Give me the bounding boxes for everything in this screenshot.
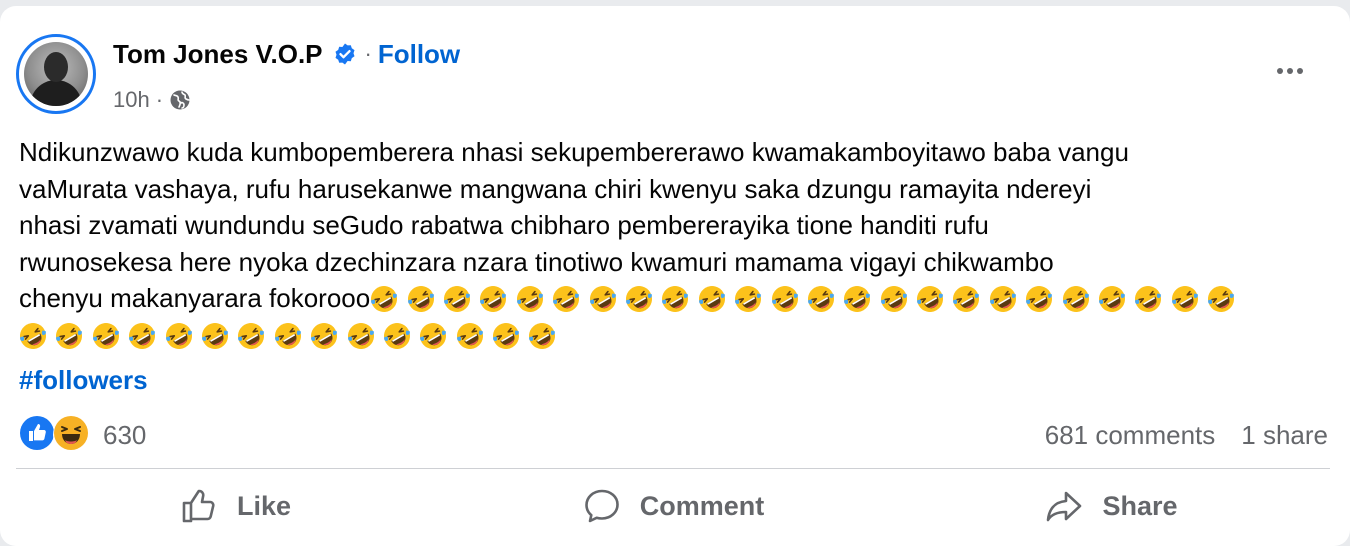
- rolling-on-floor-laughing-emoji-icon: [274, 322, 302, 350]
- engagement-stats: 681 comments 1 share: [1045, 415, 1328, 455]
- divider: [16, 468, 1330, 469]
- avatar-photo: [24, 42, 88, 106]
- rolling-on-floor-laughing-emoji-icon: [165, 322, 193, 350]
- rolling-on-floor-laughing-emoji-icon: [625, 285, 653, 313]
- like-label: Like: [236, 490, 292, 521]
- rolling-on-floor-laughing-emoji-icon: [310, 322, 338, 350]
- meta-separator: ·: [155, 87, 164, 112]
- reaction-summary[interactable]: 630: [19, 415, 146, 455]
- post-text-line: vaMurata vashaya, rufu harusekanwe mangw…: [19, 173, 1092, 204]
- share-button[interactable]: Share: [892, 478, 1330, 534]
- post-text-line: Ndikunzwawo kuda kumbopemberera nhasi se…: [19, 137, 1129, 167]
- rolling-on-floor-laughing-emoji-icon: [479, 285, 507, 313]
- verified-badge-icon: [333, 42, 357, 66]
- rolling-on-floor-laughing-emoji-icon: [347, 322, 375, 350]
- rolling-on-floor-laughing-emoji-icon: [843, 285, 871, 313]
- rolling-on-floor-laughing-emoji-icon: [880, 285, 908, 313]
- rolling-on-floor-laughing-emoji-icon: [492, 322, 520, 350]
- globe-icon[interactable]: [169, 89, 191, 111]
- post-text-line-end: chenyu makanyarara fokorooo: [19, 283, 371, 313]
- rolling-on-floor-laughing-emoji-icon: [1207, 285, 1235, 313]
- rolling-on-floor-laughing-emoji-icon: [771, 285, 799, 313]
- rolling-on-floor-laughing-emoji-icon: [237, 322, 265, 350]
- post-text-line: [19, 317, 1339, 354]
- comments-count-link[interactable]: 681 comments: [1045, 420, 1216, 451]
- rolling-on-floor-laughing-emoji-icon: [55, 322, 83, 350]
- rolling-on-floor-laughing-emoji-icon: [92, 322, 120, 350]
- post-text-line: nhasi zvamati wundundu seGudo rabatwa ch…: [19, 210, 989, 240]
- rolling-on-floor-laughing-emoji-icon: [201, 322, 229, 350]
- rolling-on-floor-laughing-emoji-icon: [528, 322, 556, 350]
- rolling-on-floor-laughing-emoji-icon: [383, 322, 411, 350]
- rolling-on-floor-laughing-emoji-icon: [516, 285, 544, 313]
- rolling-on-floor-laughing-emoji-icon: [952, 285, 980, 313]
- rolling-on-floor-laughing-emoji-icon: [698, 285, 726, 313]
- rolling-on-floor-laughing-emoji-icon: [407, 285, 435, 313]
- comment-button[interactable]: Comment: [454, 478, 892, 534]
- rolling-on-floor-laughing-emoji-icon: [589, 285, 617, 313]
- rolling-on-floor-laughing-emoji-icon: [1062, 285, 1090, 313]
- rolling-on-floor-laughing-emoji-icon: [661, 285, 689, 313]
- follow-button[interactable]: Follow: [378, 39, 460, 70]
- post-meta: 10h ·: [113, 84, 191, 116]
- emoji-run: [370, 285, 1243, 313]
- comment-bubble-icon: [584, 489, 619, 523]
- share-arrow-icon: [1047, 491, 1082, 522]
- rolling-on-floor-laughing-emoji-icon: [1098, 285, 1126, 313]
- rolling-on-floor-laughing-emoji-icon: [19, 322, 47, 350]
- share-label: Share: [1102, 490, 1178, 521]
- haha-reaction-icon: [53, 415, 93, 455]
- more-horizontal-icon[interactable]: [1268, 56, 1312, 86]
- author-name[interactable]: Tom Jones V.O.P: [113, 39, 323, 70]
- rolling-on-floor-laughing-emoji-icon: [456, 322, 484, 350]
- author-avatar[interactable]: [16, 34, 96, 114]
- rolling-on-floor-laughing-emoji-icon: [443, 285, 471, 313]
- rolling-on-floor-laughing-emoji-icon: [419, 322, 447, 350]
- hashtag-link[interactable]: #followers: [19, 365, 148, 396]
- rolling-on-floor-laughing-emoji-icon: [1171, 285, 1199, 313]
- action-bar: Like Comment Share: [16, 478, 1330, 534]
- reaction-count: 630: [103, 419, 147, 450]
- shares-count-link[interactable]: 1 share: [1241, 420, 1328, 451]
- like-button[interactable]: Like: [16, 478, 454, 534]
- post-card: Tom Jones V.O.P · Follow 10h · Ndikunzwa…: [0, 6, 1350, 546]
- rolling-on-floor-laughing-emoji-icon: [1025, 285, 1053, 313]
- post-timestamp[interactable]: 10h: [113, 87, 150, 113]
- rolling-on-floor-laughing-emoji-icon: [1134, 285, 1162, 313]
- post-text: Ndikunzwawo kuda kumbopemberera nhasi se…: [19, 134, 1339, 353]
- comment-label: Comment: [639, 490, 765, 521]
- rolling-on-floor-laughing-emoji-icon: [807, 285, 835, 313]
- rolling-on-floor-laughing-emoji-icon: [916, 285, 944, 313]
- thumbs-up-icon: [182, 489, 215, 523]
- post-text-line: rwunosekesa here nyoka dzechinzara nzara…: [19, 246, 1054, 277]
- rolling-on-floor-laughing-emoji-icon: [370, 285, 398, 313]
- rolling-on-floor-laughing-emoji-icon: [989, 285, 1017, 313]
- emoji-run: [19, 322, 565, 350]
- rolling-on-floor-laughing-emoji-icon: [734, 285, 762, 313]
- rolling-on-floor-laughing-emoji-icon: [128, 322, 156, 350]
- rolling-on-floor-laughing-emoji-icon: [552, 285, 580, 313]
- post-text-line: chenyu makanyarara fokorooo: [19, 280, 1339, 317]
- post-header: Tom Jones V.O.P · Follow: [113, 36, 460, 72]
- header-separator: ·: [364, 41, 372, 66]
